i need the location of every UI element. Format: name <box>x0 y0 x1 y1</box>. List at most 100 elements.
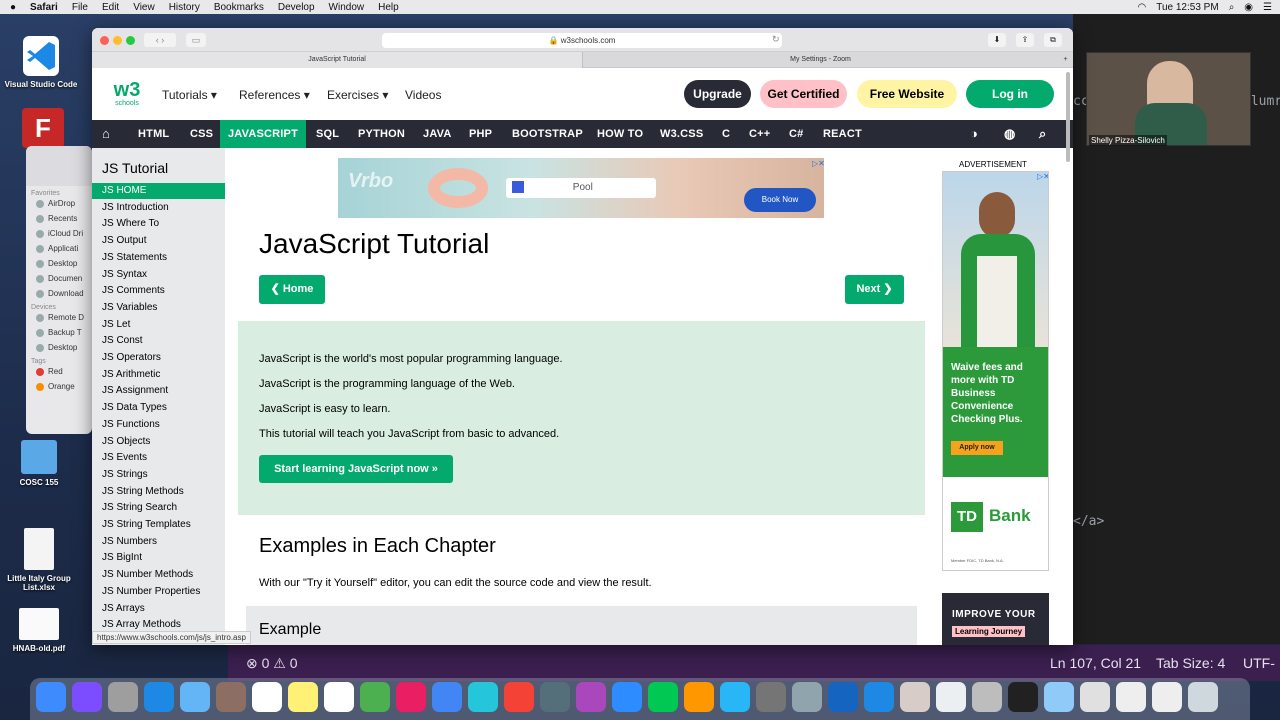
dock-app-icon[interactable] <box>36 682 66 712</box>
desktop-icon-xlsx[interactable]: Little Italy Group List.xlsx <box>0 528 84 592</box>
dock-app-icon[interactable] <box>972 682 1002 712</box>
menu-history[interactable]: History <box>169 2 200 13</box>
sidebar-item[interactable]: JS Let <box>102 317 130 333</box>
dock-app-icon[interactable] <box>684 682 714 712</box>
sidebar-item[interactable]: JS Arithmetic <box>102 367 160 383</box>
finder-tag[interactable]: Red <box>36 367 92 376</box>
new-tab-icon[interactable]: + <box>1058 52 1073 68</box>
topnav-cpp[interactable]: C++ <box>749 120 770 148</box>
dock-app-icon[interactable] <box>576 682 606 712</box>
desktop-icon-pdf[interactable]: HNAB-old.pdf <box>0 608 84 653</box>
nav-references[interactable]: References ▾ <box>239 88 310 102</box>
sidebar-item[interactable]: JS Statements <box>102 250 167 266</box>
finder-item[interactable]: Backup T <box>36 328 92 337</box>
finder-item[interactable]: iCloud Dri <box>36 229 92 238</box>
menu-bookmarks[interactable]: Bookmarks <box>214 2 264 13</box>
sidebar-item[interactable]: JS Numbers <box>102 534 157 550</box>
finder-tag[interactable]: Orange <box>36 382 92 391</box>
sidebar-item[interactable]: JS String Methods <box>102 484 184 500</box>
home-icon[interactable]: ⌂ <box>102 120 116 148</box>
start-learning-button[interactable]: Start learning JavaScript now » <box>259 455 453 483</box>
user-icon[interactable]: ◉ <box>1244 2 1253 13</box>
topnav-java[interactable]: JAVA <box>423 120 452 148</box>
globe-icon[interactable]: ◍ <box>1004 120 1016 148</box>
sidebar-item[interactable]: JS String Search <box>102 500 177 516</box>
dock-app-icon[interactable] <box>756 682 786 712</box>
menu-app[interactable]: Safari <box>30 2 58 13</box>
sidebar-item[interactable]: JS String Templates <box>102 517 191 533</box>
finder-item[interactable]: Desktop <box>36 259 92 268</box>
sidebar-item[interactable]: JS Assignment <box>102 383 168 399</box>
dock-app-icon[interactable] <box>1152 682 1182 712</box>
sidebar-item[interactable]: JS Where To <box>102 216 159 232</box>
finder-item[interactable]: Desktop <box>36 343 92 352</box>
topnav-react[interactable]: REACT <box>823 120 862 148</box>
sidebar-item[interactable]: JS Comments <box>102 283 165 299</box>
home-button[interactable]: ❮ Home <box>259 275 325 304</box>
menu-help[interactable]: Help <box>378 2 399 13</box>
topnav-howto[interactable]: HOW TO <box>597 120 643 148</box>
topnav-c[interactable]: C <box>722 120 730 148</box>
dock-app-icon[interactable] <box>396 682 426 712</box>
dock-app-icon[interactable] <box>1044 682 1074 712</box>
zoom-window-icon[interactable] <box>126 36 135 45</box>
ad-field[interactable]: Pool <box>506 178 656 198</box>
dock-app-icon[interactable] <box>1188 682 1218 712</box>
dock-app-icon[interactable] <box>144 682 174 712</box>
sidebar-item[interactable]: JS Data Types <box>102 400 167 416</box>
share-icon[interactable]: ⇪ <box>1016 33 1034 47</box>
w3schools-logo[interactable]: w3 schools <box>110 80 144 110</box>
dock-app-icon[interactable] <box>864 682 894 712</box>
dock-app-icon[interactable] <box>504 682 534 712</box>
nav-tutorials[interactable]: Tutorials ▾ <box>162 88 217 102</box>
address-bar[interactable]: 🔒 w3schools.com <box>382 33 782 48</box>
dark-mode-icon[interactable]: ◑ <box>970 120 978 148</box>
topnav-sql[interactable]: SQL <box>316 120 339 148</box>
tab-zoom-settings[interactable]: My Settings - Zoom <box>582 52 1058 68</box>
dock-app-icon[interactable] <box>648 682 678 712</box>
nav-exercises[interactable]: Exercises ▾ <box>327 88 388 102</box>
finder-item[interactable]: Remote D <box>36 313 92 322</box>
topnav-javascript[interactable]: JAVASCRIPT <box>220 120 306 148</box>
topnav-bootstrap[interactable]: BOOTSTRAP <box>512 120 583 148</box>
get-certified-button[interactable]: Get Certified <box>760 80 847 108</box>
td-bank-ad[interactable]: Waive fees and more with TD Business Con… <box>942 171 1049 571</box>
menu-edit[interactable]: Edit <box>102 2 119 13</box>
dock-app-icon[interactable] <box>360 682 390 712</box>
tab-size[interactable]: Tab Size: 4 <box>1156 655 1225 671</box>
free-website-button[interactable]: Free Website <box>857 80 957 108</box>
sidebar-item[interactable]: JS Introduction <box>102 200 169 216</box>
topnav-html[interactable]: HTML <box>138 120 169 148</box>
menu-file[interactable]: File <box>72 2 88 13</box>
dock-app-icon[interactable] <box>288 682 318 712</box>
dock-app-icon[interactable] <box>792 682 822 712</box>
dock-app-icon[interactable] <box>72 682 102 712</box>
dock-app-icon[interactable] <box>612 682 642 712</box>
downloads-icon[interactable]: ⬇ <box>988 33 1006 47</box>
menu-view[interactable]: View <box>133 2 155 13</box>
sidebar-item[interactable]: JS BigInt <box>102 550 142 566</box>
improve-banner[interactable]: IMPROVE YOUR Learning Journey <box>942 593 1049 645</box>
ad-book-now-button[interactable]: Book Now <box>744 188 816 212</box>
reload-icon[interactable]: ↻ <box>772 34 780 45</box>
search-icon[interactable]: ⌕ <box>1039 120 1046 148</box>
spotlight-icon[interactable]: ⌕ <box>1229 2 1235 13</box>
dock-app-icon[interactable] <box>108 682 138 712</box>
sidebar-item[interactable]: JS Number Methods <box>102 567 193 583</box>
sidebar-item[interactable]: JS Objects <box>102 434 150 450</box>
dock-app-icon[interactable] <box>252 682 282 712</box>
filezilla-icon[interactable]: F <box>22 108 64 148</box>
dock-app-icon[interactable] <box>828 682 858 712</box>
dock-app-icon[interactable] <box>1116 682 1146 712</box>
desktop-icon-vscode[interactable]: Visual Studio Code <box>0 36 86 89</box>
topnav-csharp[interactable]: C# <box>789 120 803 148</box>
login-button[interactable]: Log in <box>966 80 1054 108</box>
dock-app-icon[interactable] <box>720 682 750 712</box>
desktop-icon-folder[interactable]: COSC 155 <box>0 440 84 487</box>
cursor-position[interactable]: Ln 107, Col 21 <box>1050 655 1141 671</box>
finder-item[interactable]: AirDrop <box>36 199 92 208</box>
sidebar-item[interactable]: JS Output <box>102 233 146 249</box>
finder-item[interactable]: Download <box>36 289 92 298</box>
topnav-php[interactable]: PHP <box>469 120 492 148</box>
ad-choices-icon[interactable]: ▷✕ <box>812 159 824 168</box>
